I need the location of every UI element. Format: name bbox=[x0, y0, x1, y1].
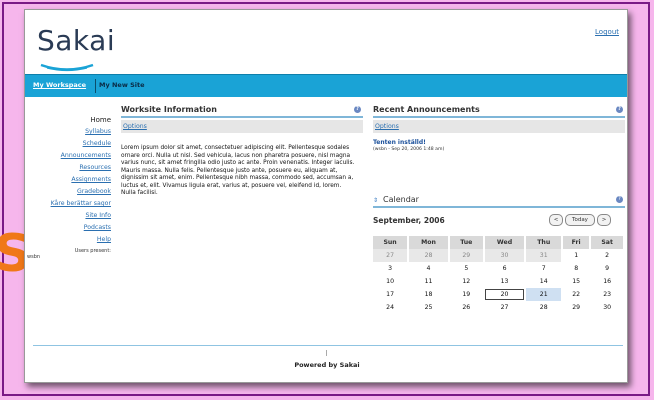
calendar-day[interactable]: 17 bbox=[373, 288, 410, 301]
calendar-week-row: 3 4 5 6 7 8 9 bbox=[373, 262, 625, 275]
recent-announcements-title: Recent Announcements ? bbox=[373, 104, 625, 118]
tool-menu-home[interactable]: Home bbox=[25, 114, 111, 126]
calendar-day[interactable]: 18 bbox=[408, 288, 450, 301]
sakai-page: Sakai Logout My Workspace My New Site Ho… bbox=[24, 9, 628, 383]
calendar-day[interactable]: 2 bbox=[590, 249, 625, 262]
calendar-day[interactable]: 14 bbox=[525, 275, 564, 288]
weekday-header: Sat bbox=[590, 236, 625, 249]
tool-menu-schedule[interactable]: Schedule bbox=[25, 138, 111, 150]
calendar-panel: ⇕ Calendar ? September, 2006 < Today > S… bbox=[373, 194, 625, 334]
calendar-day[interactable]: 23 bbox=[590, 288, 625, 301]
calendar-week-row: 17 18 19 20 21 22 23 bbox=[373, 288, 625, 301]
calendar-day[interactable]: 9 bbox=[590, 262, 625, 275]
calendar-day[interactable]: 8 bbox=[562, 262, 592, 275]
worksite-description: Lorem ipsum dolor sit amet, consectetuer… bbox=[121, 145, 355, 196]
calendar-day[interactable]: 6 bbox=[483, 262, 527, 275]
calendar-day[interactable]: 29 bbox=[448, 249, 485, 262]
calendar-week-row: 27 28 29 30 31 1 2 bbox=[373, 249, 625, 262]
tool-menu-assignments[interactable]: Assignments bbox=[25, 174, 111, 186]
worksite-information-title: Worksite Information ? bbox=[121, 104, 363, 118]
help-icon[interactable]: ? bbox=[616, 106, 623, 113]
tab-my-new-site[interactable]: My New Site bbox=[99, 81, 145, 89]
calendar-week-row: 10 11 12 13 14 15 16 bbox=[373, 275, 625, 288]
footer-divider bbox=[33, 345, 623, 346]
tool-menu-resources[interactable]: Resources bbox=[25, 162, 111, 174]
collapse-arrow-icon[interactable]: ⇕ bbox=[373, 198, 379, 204]
announcement-item-title[interactable]: Tenten inställd! bbox=[373, 139, 625, 146]
weekday-header: Fri bbox=[562, 236, 592, 249]
announcements-options-link[interactable]: Options bbox=[373, 120, 625, 133]
tool-menu-podcasts[interactable]: Podcasts bbox=[25, 222, 111, 234]
footer-separator bbox=[326, 350, 327, 356]
sakai-logo: Sakai bbox=[37, 24, 116, 57]
calendar-title-text: Calendar bbox=[383, 195, 419, 204]
calendar-prev-button[interactable]: < bbox=[549, 214, 563, 226]
calendar-day[interactable]: 28 bbox=[525, 301, 564, 314]
calendar-day[interactable]: 4 bbox=[408, 262, 450, 275]
calendar-day[interactable]: 25 bbox=[408, 301, 450, 314]
calendar-week-row: 24 25 26 27 28 29 30 bbox=[373, 301, 625, 314]
recent-announcements-title-text: Recent Announcements bbox=[373, 105, 480, 114]
calendar-day[interactable]: 15 bbox=[562, 275, 592, 288]
tool-menu-kare-berattar-sagor[interactable]: Kåre berättar sagor bbox=[25, 198, 111, 210]
announcement-item-meta: (wsbn - Sep 20, 2006 1:48 am) bbox=[373, 147, 445, 152]
calendar-day[interactable]: 7 bbox=[525, 262, 564, 275]
calendar-day[interactable]: 29 bbox=[562, 301, 592, 314]
calendar-day[interactable]: 3 bbox=[373, 262, 410, 275]
weekday-header: Mon bbox=[408, 236, 450, 249]
weekday-header: Tue bbox=[448, 236, 485, 249]
tool-menu-syllabus[interactable]: Syllabus bbox=[25, 126, 111, 138]
calendar-day[interactable]: 19 bbox=[448, 288, 485, 301]
calendar-day[interactable]: 5 bbox=[448, 262, 485, 275]
logo-swoosh-icon bbox=[40, 63, 94, 72]
calendar-day[interactable]: 26 bbox=[448, 301, 485, 314]
calendar-day[interactable]: 24 bbox=[373, 301, 410, 314]
calendar-day[interactable]: 28 bbox=[408, 249, 450, 262]
worksite-information-panel: Worksite Information ? Options Lorem ips… bbox=[121, 104, 363, 198]
calendar-today-button[interactable]: Today bbox=[565, 214, 595, 226]
calendar-title: ⇕ Calendar ? bbox=[373, 194, 625, 208]
weekday-header: Wed bbox=[483, 236, 527, 249]
calendar-day-today[interactable]: 20 bbox=[483, 288, 527, 301]
tool-menu-help[interactable]: Help bbox=[25, 234, 111, 246]
site-tab-bar: My Workspace My New Site bbox=[25, 74, 627, 97]
tab-divider bbox=[95, 79, 96, 93]
calendar-next-button[interactable]: > bbox=[597, 214, 611, 226]
calendar-day[interactable]: 12 bbox=[448, 275, 485, 288]
weekday-header: Sun bbox=[373, 236, 410, 249]
calendar-day[interactable]: 27 bbox=[483, 301, 527, 314]
tool-menu-site-info[interactable]: Site Info bbox=[25, 210, 111, 222]
calendar-day[interactable]: 10 bbox=[373, 275, 410, 288]
calendar-day[interactable]: 31 bbox=[525, 249, 564, 262]
calendar-day[interactable]: 22 bbox=[562, 288, 592, 301]
recent-announcements-panel: Recent Announcements ? Options Tenten in… bbox=[373, 104, 625, 152]
worksite-options-link[interactable]: Options bbox=[121, 120, 363, 133]
logout-link[interactable]: Logout bbox=[595, 28, 619, 36]
tool-menu-gradebook[interactable]: Gradebook bbox=[25, 186, 111, 198]
calendar-day[interactable]: 27 bbox=[373, 249, 410, 262]
calendar-month-label: September, 2006 bbox=[373, 216, 445, 225]
calendar-weekday-row: Sun Mon Tue Wed Thu Fri Sat bbox=[373, 236, 625, 249]
present-user: wsbn bbox=[27, 254, 41, 260]
worksite-information-title-text: Worksite Information bbox=[121, 105, 217, 114]
help-icon[interactable]: ? bbox=[616, 196, 623, 203]
help-icon[interactable]: ? bbox=[354, 106, 361, 113]
calendar-day[interactable]: 16 bbox=[590, 275, 625, 288]
calendar-day[interactable]: 30 bbox=[483, 249, 527, 262]
calendar-day-highlighted[interactable]: 21 bbox=[525, 288, 564, 301]
calendar-day[interactable]: 11 bbox=[408, 275, 450, 288]
calendar-day[interactable]: 1 bbox=[562, 249, 592, 262]
tool-menu-announcements[interactable]: Announcements bbox=[25, 150, 111, 162]
calendar-day[interactable]: 13 bbox=[483, 275, 527, 288]
powered-by-sakai: Powered by Sakai bbox=[294, 361, 360, 369]
weekday-header: Thu bbox=[525, 236, 564, 249]
calendar-day[interactable]: 30 bbox=[590, 301, 625, 314]
tab-my-workspace[interactable]: My Workspace bbox=[33, 81, 86, 89]
tool-menu: Home Syllabus Schedule Announcements Res… bbox=[25, 114, 111, 260]
calendar-grid: Sun Mon Tue Wed Thu Fri Sat 27 28 29 30 … bbox=[373, 236, 625, 314]
